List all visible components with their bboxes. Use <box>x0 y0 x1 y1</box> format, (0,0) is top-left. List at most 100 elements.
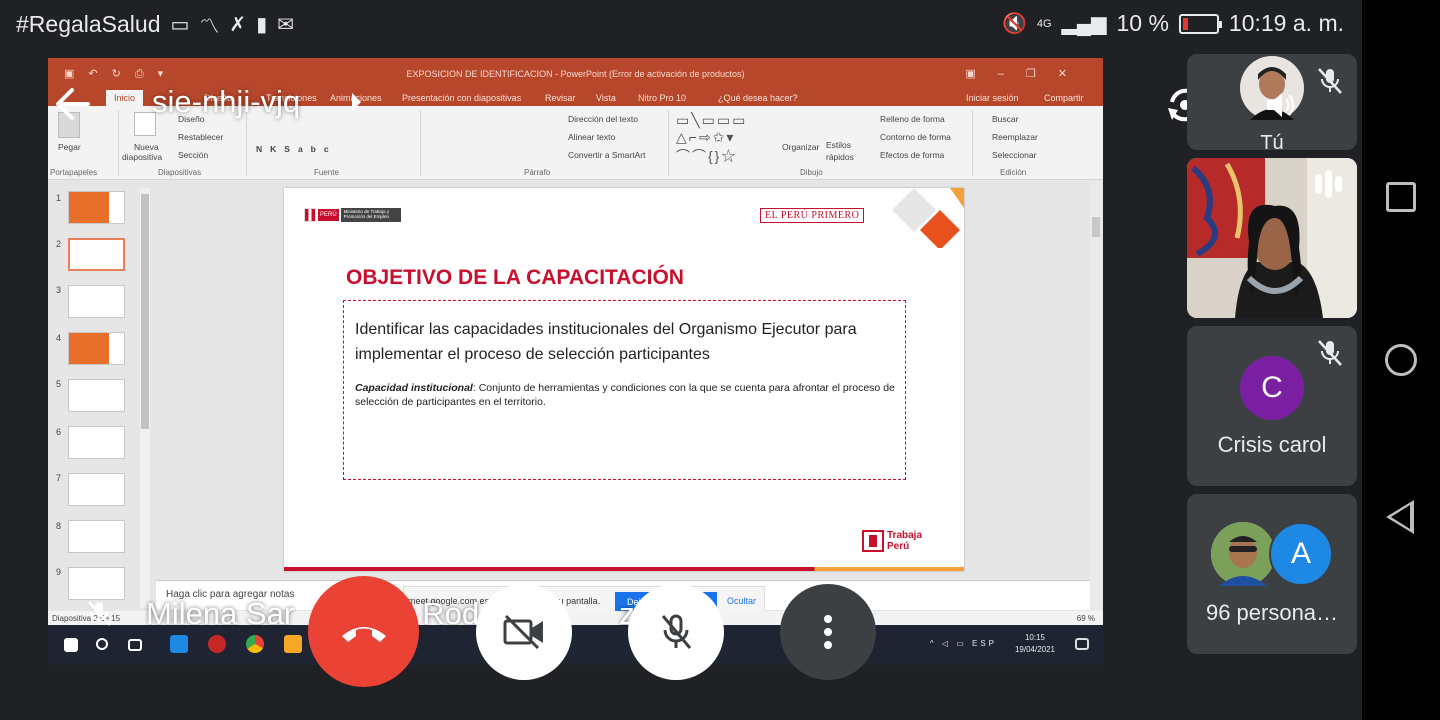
slide-thumbnail[interactable] <box>68 426 125 459</box>
more-participants-tile[interactable]: A 96 persona… <box>1187 494 1357 654</box>
thumb-num: 2 <box>56 239 62 249</box>
slide-thumbnail[interactable] <box>68 191 125 224</box>
tell-me-search[interactable]: ¿Qué desea hacer? <box>718 93 798 103</box>
shape-fill-button[interactable]: Relleno de forma <box>880 114 945 124</box>
tab-presentacion[interactable]: Presentación con diapositivas <box>402 93 521 103</box>
presenter-name-part: Milena Sar <box>146 596 295 631</box>
hide-share-bar-button[interactable]: Ocultar <box>727 596 756 606</box>
new-slide-label[interactable]: Nueva <box>134 142 159 152</box>
presenter-name-part2: Rod <box>422 596 480 631</box>
android-nav-bar <box>1362 0 1440 720</box>
ministry-name: Ministerio de Trabajo y Promoción del Em… <box>340 208 401 222</box>
mic-off-icon <box>661 614 692 649</box>
back-arrow-icon[interactable] <box>52 84 92 124</box>
slide-thumbnail[interactable] <box>68 238 125 271</box>
group-portapapeles: Portapapeles <box>50 168 98 177</box>
trabaja-text: Trabaja <box>887 530 923 541</box>
avatar: C <box>1240 356 1304 420</box>
select-button[interactable]: Seleccionar <box>992 150 1036 160</box>
end-call-button[interactable] <box>308 576 419 687</box>
mic-toggle-button[interactable] <box>628 584 724 680</box>
group-fuente: Fuente <box>314 168 339 177</box>
recents-button[interactable] <box>1386 182 1416 212</box>
arrange-button[interactable]: Organizar <box>782 142 819 152</box>
battery-alert-icon: ▮ <box>256 14 268 36</box>
notifications-icon[interactable] <box>1075 638 1089 650</box>
search-icon[interactable] <box>96 638 108 650</box>
thumb-num: 6 <box>56 427 62 437</box>
trabaja-peru-icon <box>862 530 884 552</box>
camera-toggle-button[interactable] <box>476 584 572 680</box>
slide-scrollbar[interactable] <box>1090 181 1102 611</box>
tab-nitro[interactable]: Nitro Pro 10 <box>638 93 686 103</box>
sign-in-link[interactable]: Iniciar sesión <box>966 93 1019 103</box>
font-format-buttons[interactable]: NKSabc <box>256 144 337 154</box>
avatar-initial: C <box>1261 371 1283 404</box>
thumb-num: 8 <box>56 521 62 531</box>
tab-vista[interactable]: Vista <box>596 93 616 103</box>
align-text-button[interactable]: Alinear texto <box>568 132 615 142</box>
thumb-num: 5 <box>56 379 62 389</box>
slide-thumbnails: 1 2 3 4 5 6 7 8 9 <box>48 181 152 611</box>
participant-tile-you[interactable]: Tú <box>1187 54 1357 150</box>
find-button[interactable]: Buscar <box>992 114 1018 124</box>
chevron-right-icon[interactable] <box>352 93 361 111</box>
participant-video-tile[interactable] <box>1187 158 1357 318</box>
slide-thumbnail[interactable] <box>68 473 125 506</box>
video-notification-icon: ▭ <box>170 14 190 36</box>
slide-thumbnail[interactable] <box>68 567 125 600</box>
share-link[interactable]: Compartir <box>1044 93 1084 103</box>
slide-footer-line <box>284 567 964 571</box>
shape-effects-button[interactable]: Efectos de forma <box>880 150 944 160</box>
more-options-button[interactable] <box>780 584 876 680</box>
app-icon[interactable] <box>208 635 226 653</box>
current-slide[interactable]: PERÚ Ministerio de Trabajo y Promoción d… <box>284 188 964 571</box>
status-time: 10:19 a. m. <box>1228 10 1344 36</box>
peru-flag-icon <box>304 208 316 222</box>
slide-thumbnail[interactable] <box>68 379 125 412</box>
shape-outline-button[interactable]: Contorno de forma <box>880 132 951 142</box>
edge-icon[interactable] <box>170 635 188 653</box>
tab-inicio[interactable]: Inicio <box>106 90 144 106</box>
text-direction-button[interactable]: Dirección del texto <box>568 114 638 124</box>
zoom-level[interactable]: 69 % <box>1077 614 1095 623</box>
taskbar-time: 10:15 <box>1024 633 1045 642</box>
slide-thumbnail[interactable] <box>68 332 125 365</box>
home-button[interactable] <box>1385 344 1417 376</box>
network-type: 4G <box>1036 17 1052 30</box>
reset-button[interactable]: Restablecer <box>178 132 223 142</box>
participant-tile-crisis-carol[interactable]: C Crisis carol <box>1187 326 1357 486</box>
quick-styles-button[interactable]: Estilos <box>826 140 851 150</box>
task-view-icon[interactable] <box>128 639 142 651</box>
mute-icon: 🔇 <box>1001 13 1027 35</box>
participant-count: 96 persona… <box>1205 600 1339 625</box>
group-parrafo: Párrafo <box>524 168 551 177</box>
chrome-icon[interactable] <box>246 635 264 653</box>
windows-start-icon[interactable] <box>64 638 78 652</box>
speaking-indicator-icon <box>1315 170 1342 198</box>
window-controls: ▣–❐✕ <box>965 68 1089 80</box>
decorative-diamonds <box>892 188 964 248</box>
mail-icon: ✉ <box>277 14 294 36</box>
shapes-gallery[interactable]: ▭╲▭▭▭ △⌐⇨✩▾ ⌒⌒{}☆ <box>676 112 747 166</box>
slide-thumbnail[interactable] <box>68 285 125 318</box>
replace-button[interactable]: Reemplazar <box>992 132 1038 142</box>
battery-level: 10 % <box>1116 10 1169 36</box>
slide-thumbnail[interactable] <box>68 520 125 553</box>
quick-styles-label2[interactable]: rápidos <box>826 152 854 162</box>
new-slide-label2[interactable]: diapositiva <box>122 152 162 162</box>
section-button[interactable]: Sección <box>178 150 208 160</box>
tab-revisar[interactable]: Revisar <box>545 93 576 103</box>
paste-button[interactable]: Pegar <box>58 142 81 152</box>
smartart-button[interactable]: Convertir a SmartArt <box>568 150 645 160</box>
mic-off-icon <box>1318 68 1342 94</box>
file-explorer-icon[interactable] <box>284 635 302 653</box>
slide-content-box[interactable]: Identificar las capacidades instituciona… <box>343 300 906 480</box>
slide-sub-text: Capacidad institucional: Conjunto de her… <box>355 381 900 409</box>
status-left-text: #RegalaSalud <box>16 11 161 37</box>
thumb-num: 3 <box>56 285 62 295</box>
back-button[interactable] <box>1386 500 1414 534</box>
group-edicion: Edición <box>1000 168 1027 177</box>
meeting-code[interactable]: sie-nhji-vjq <box>152 84 300 120</box>
thumbnail-scrollbar[interactable] <box>140 188 150 608</box>
